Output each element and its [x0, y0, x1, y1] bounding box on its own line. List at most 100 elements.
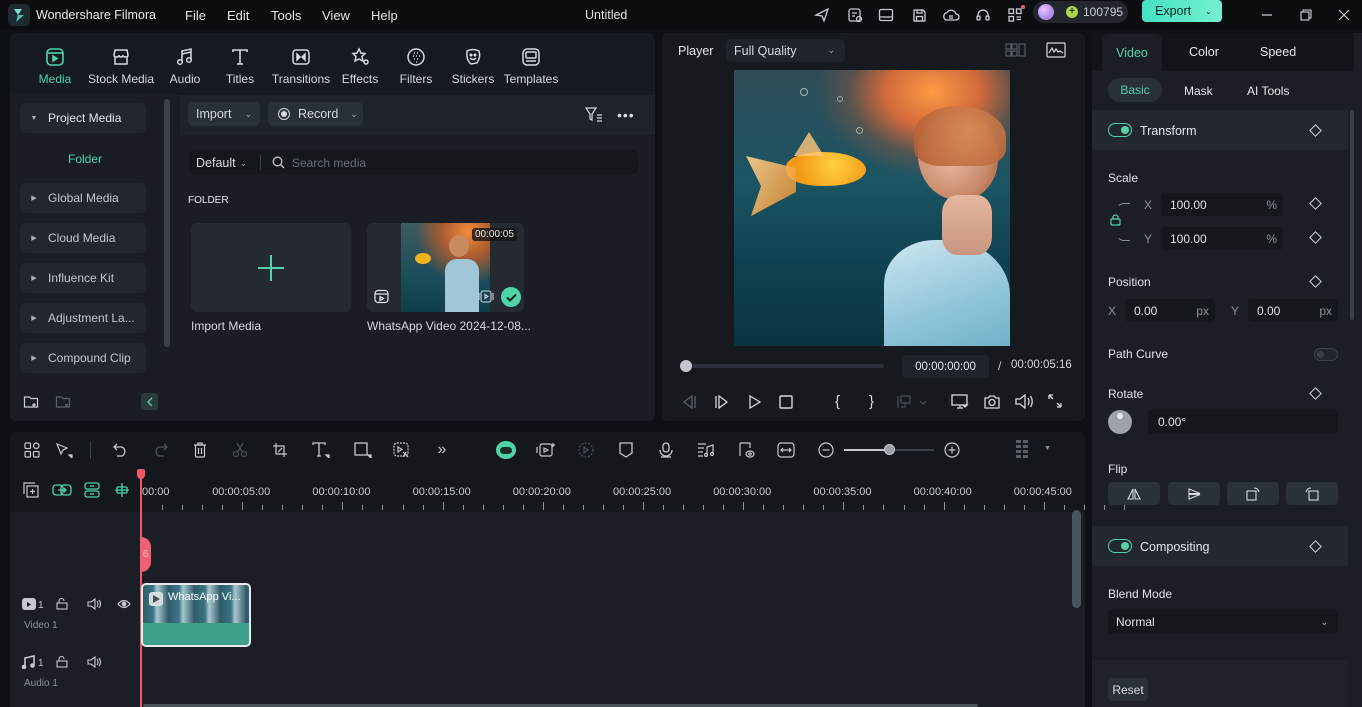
- microphone-icon[interactable]: [656, 440, 676, 460]
- chevron-down-icon[interactable]: ▼: [20, 115, 48, 122]
- undo-icon[interactable]: [111, 440, 131, 460]
- rotate-dial[interactable]: [1108, 410, 1132, 434]
- previous-frame-icon[interactable]: [681, 395, 697, 409]
- current-time-display[interactable]: 00:00:00:00: [902, 355, 989, 378]
- position-y-input[interactable]: 0.00 px: [1248, 299, 1338, 322]
- scale-x-input[interactable]: 100.00 %: [1161, 193, 1283, 216]
- timeline-settings-dropdown-icon[interactable]: ▼: [1044, 445, 1051, 452]
- track-volume-icon[interactable]: [87, 656, 101, 668]
- mark-in-icon[interactable]: {: [835, 393, 840, 410]
- marker-shield-icon[interactable]: [616, 440, 636, 460]
- chevron-right-icon[interactable]: ▶: [20, 314, 48, 322]
- tab-video[interactable]: Video: [1102, 34, 1162, 71]
- timeline-ruler[interactable]: 00:00 00:00:05:00 00:00:10:00 00:00:15:00 00…: [142, 468, 1125, 512]
- quality-dropdown[interactable]: Full Quality ⌄: [726, 39, 845, 62]
- snap-track-icon[interactable]: [84, 482, 100, 498]
- scale-y-input[interactable]: 100.00 %: [1161, 227, 1283, 250]
- rotate-clockwise-button[interactable]: [1227, 482, 1279, 505]
- timeline-zoom-slider[interactable]: [844, 444, 934, 455]
- more-options-icon[interactable]: •••: [617, 107, 635, 123]
- play-icon[interactable]: [748, 395, 762, 409]
- auto-reframe-icon[interactable]: [536, 440, 556, 460]
- sort-dropdown[interactable]: Default ⌄: [196, 156, 247, 170]
- more-tools-icon[interactable]: »: [432, 440, 452, 460]
- zoom-in-icon[interactable]: [942, 440, 962, 460]
- reset-button[interactable]: Reset: [1108, 678, 1148, 701]
- sidebar-item-project-media[interactable]: ▼ Project Media: [20, 103, 146, 133]
- rotate-input[interactable]: 0.00°: [1148, 410, 1338, 434]
- menu-edit[interactable]: Edit: [227, 8, 249, 23]
- crop-icon[interactable]: [270, 440, 290, 460]
- sidebar-item-influence-kit[interactable]: ▶ Influence Kit: [20, 263, 146, 293]
- tab-media[interactable]: Media: [25, 46, 85, 86]
- menu-help[interactable]: Help: [371, 8, 398, 23]
- filter-sort-icon[interactable]: [585, 106, 603, 122]
- shape-rectangle-icon[interactable]: [353, 440, 373, 460]
- transform-toggle[interactable]: [1108, 123, 1132, 137]
- track-lock-icon[interactable]: [56, 656, 68, 668]
- chevron-right-icon[interactable]: ▶: [20, 274, 48, 282]
- subtab-ai-tools[interactable]: AI Tools: [1247, 84, 1289, 98]
- tab-transitions[interactable]: Transitions: [267, 46, 335, 86]
- stop-icon[interactable]: [779, 395, 793, 409]
- menu-tools[interactable]: Tools: [271, 8, 301, 23]
- properties-scrollbar[interactable]: [1350, 110, 1354, 320]
- import-button[interactable]: Import ⌄: [188, 102, 260, 126]
- compositing-toggle[interactable]: [1108, 539, 1132, 553]
- display-settings-icon[interactable]: [951, 394, 969, 410]
- timeline-video-clip[interactable]: WhatsApp Vi...: [141, 583, 251, 647]
- layout-icon[interactable]: [875, 4, 897, 26]
- tab-stickers[interactable]: Stickers: [443, 46, 503, 86]
- fullscreen-icon[interactable]: [1048, 394, 1062, 408]
- delete-trash-icon[interactable]: [190, 440, 210, 460]
- save-icon[interactable]: [908, 4, 930, 26]
- zoom-slider-handle[interactable]: [884, 444, 895, 455]
- sidebar-scrollbar[interactable]: [164, 99, 170, 347]
- flip-vertical-button[interactable]: [1168, 482, 1220, 505]
- ai-copilot-icon[interactable]: [496, 440, 516, 460]
- menu-file[interactable]: File: [185, 8, 206, 23]
- export-dropdown-icon[interactable]: ⌄: [1205, 7, 1212, 16]
- video-preview[interactable]: [734, 70, 1010, 346]
- collapse-sidebar-button[interactable]: [141, 393, 158, 410]
- layout-grid-icon[interactable]: [1005, 43, 1027, 57]
- sidebar-item-adjustment-layer[interactable]: ▶ Adjustment La...: [20, 303, 146, 333]
- tab-filters[interactable]: Filters: [386, 46, 446, 86]
- account-credits[interactable]: + 100795: [1033, 1, 1128, 23]
- tab-audio[interactable]: Audio: [155, 46, 215, 86]
- mark-out-icon[interactable]: }: [869, 393, 874, 410]
- track-height-icon[interactable]: [1013, 440, 1033, 460]
- cloud-upload-icon[interactable]: [940, 4, 962, 26]
- record-button[interactable]: Record ⌄: [268, 102, 363, 126]
- lock-ratio-icon[interactable]: [1110, 214, 1121, 226]
- subtab-mask[interactable]: Mask: [1184, 84, 1213, 98]
- ai-effects-icon[interactable]: [392, 440, 412, 460]
- support-headset-icon[interactable]: [972, 4, 994, 26]
- text-tool-icon[interactable]: [311, 440, 331, 460]
- tab-templates[interactable]: Templates: [500, 46, 562, 86]
- close-icon[interactable]: [1333, 4, 1355, 26]
- sidebar-item-compound-clip[interactable]: ▶ Compound Clip: [20, 343, 146, 373]
- magnetic-snap-icon[interactable]: [114, 482, 130, 498]
- task-list-icon[interactable]: [844, 4, 866, 26]
- subtab-basic[interactable]: Basic: [1108, 78, 1162, 102]
- avatar[interactable]: [1038, 4, 1054, 20]
- fit-timeline-icon[interactable]: [776, 440, 796, 460]
- tab-speed[interactable]: Speed: [1260, 45, 1296, 59]
- chevron-right-icon[interactable]: ▶: [20, 234, 48, 242]
- tab-stock-media[interactable]: Stock Media: [87, 46, 155, 86]
- tab-effects[interactable]: Effects: [330, 46, 390, 86]
- playback-progress-track[interactable]: [684, 364, 884, 368]
- playhead-handle[interactable]: [680, 360, 692, 372]
- audio-mixer-icon[interactable]: [696, 440, 716, 460]
- path-curve-toggle[interactable]: [1314, 348, 1338, 361]
- next-frame-icon[interactable]: [714, 395, 730, 409]
- rotate-counterclockwise-button[interactable]: [1286, 482, 1338, 505]
- track-lock-icon[interactable]: [56, 598, 68, 610]
- flip-horizontal-button[interactable]: [1108, 482, 1160, 505]
- menu-view[interactable]: View: [322, 8, 350, 23]
- chevron-right-icon[interactable]: ▶: [20, 354, 48, 362]
- position-x-input[interactable]: 0.00 px: [1125, 299, 1215, 322]
- media-clip-card[interactable]: 00:00:05: [367, 223, 524, 312]
- add-track-icon[interactable]: [23, 482, 39, 498]
